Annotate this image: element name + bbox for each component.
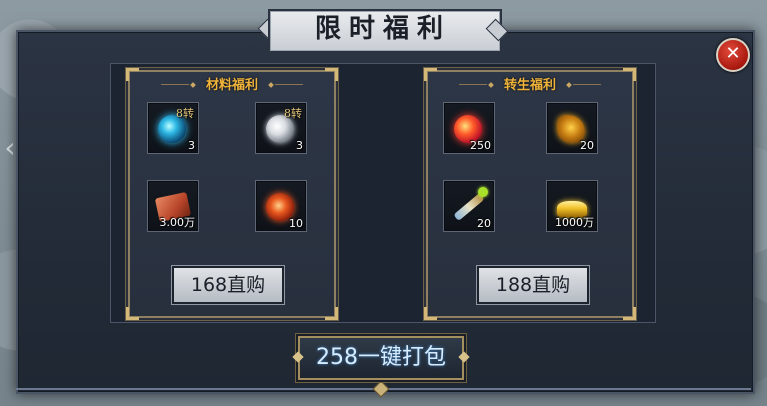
buy-188-button[interactable]: 188直购 xyxy=(477,266,589,304)
tier-label: 8转 xyxy=(176,107,194,120)
bundle-258-button[interactable]: 258一键打包 xyxy=(292,336,470,380)
green-badge-icon xyxy=(478,187,488,197)
item-quantity: 250 xyxy=(470,139,491,152)
item-slot[interactable]: 10 xyxy=(255,180,307,232)
item-quantity: 20 xyxy=(580,139,594,152)
buy-button-label: 168直购 xyxy=(190,274,266,296)
buy-168-button[interactable]: 168直购 xyxy=(172,266,284,304)
item-slot[interactable]: 20 xyxy=(546,102,598,154)
item-slot[interactable]: 3.00万 xyxy=(147,180,199,232)
close-icon: ✕ xyxy=(725,43,741,64)
title-banner: 限时福利 xyxy=(257,9,509,53)
close-button[interactable]: ✕ xyxy=(716,38,750,72)
item-slot[interactable]: 20 xyxy=(443,180,495,232)
panel-title-text: 转生福利 xyxy=(503,78,556,93)
item-quantity: 3.00万 xyxy=(159,216,196,229)
material-welfare-panel: 材料福利 8转 3 8转 3 3.00万 10 168直购 xyxy=(126,68,338,320)
panel-title: 材料福利 xyxy=(130,74,334,94)
item-slot[interactable]: 8转 3 xyxy=(147,102,199,154)
item-quantity: 3 xyxy=(188,139,195,152)
item-quantity: 3 xyxy=(296,139,303,152)
bundle-button-label: 258一键打包 xyxy=(316,345,446,370)
item-quantity: 1000万 xyxy=(555,216,594,229)
item-slot[interactable]: 8转 3 xyxy=(255,102,307,154)
dialog-title: 限时福利 xyxy=(314,14,451,44)
tier-label: 8转 xyxy=(284,107,302,120)
buy-button-label: 188直购 xyxy=(495,274,571,296)
item-slot[interactable]: 1000万 xyxy=(546,180,598,232)
item-quantity: 10 xyxy=(289,217,303,230)
panel-title: 转生福利 xyxy=(428,74,632,94)
rebirth-welfare-panel: 转生福利 250 20 20 1000万 188直购 xyxy=(424,68,636,320)
panel-title-text: 材料福利 xyxy=(205,78,258,93)
item-slot[interactable]: 250 xyxy=(443,102,495,154)
item-quantity: 20 xyxy=(477,217,491,230)
